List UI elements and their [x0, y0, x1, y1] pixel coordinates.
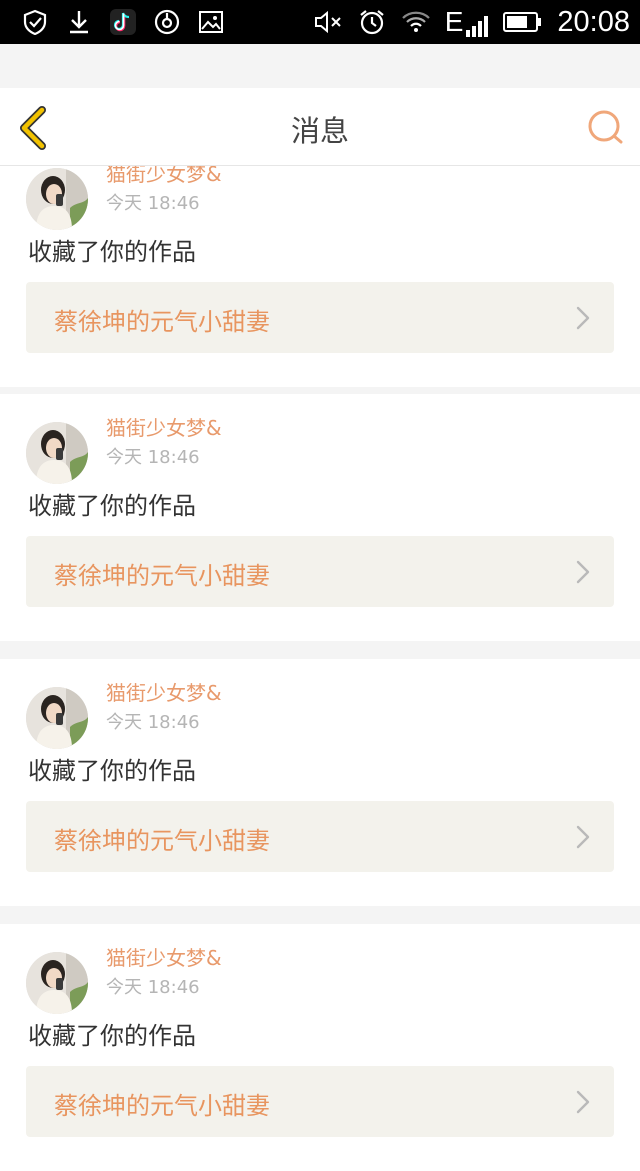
- music-app-icon: [152, 7, 182, 37]
- username[interactable]: 猫街少女梦&: [106, 942, 222, 971]
- download-icon: [64, 7, 94, 37]
- avatar[interactable]: [26, 687, 88, 749]
- timestamp: 今天 18:46: [106, 977, 200, 998]
- work-title: 蔡徐坤的元气小甜妻: [54, 562, 270, 590]
- tiktok-icon: [108, 7, 138, 37]
- search-button[interactable]: [586, 108, 626, 148]
- work-title: 蔡徐坤的元气小甜妻: [54, 827, 270, 855]
- mute-icon: [313, 7, 343, 37]
- work-title: 蔡徐坤的元气小甜妻: [54, 308, 270, 336]
- top-nav-bar: 消息: [0, 88, 640, 166]
- action-text: 收藏了你的作品: [28, 757, 196, 785]
- avatar[interactable]: [26, 168, 88, 230]
- message-card: 猫街少女梦& 今天 18:46 收藏了你的作品 蔡徐坤的元气小甜妻: [0, 659, 640, 906]
- message-card: 猫街少女梦& 今天 18:46 收藏了你的作品 蔡徐坤的元气小甜妻: [0, 394, 640, 641]
- timestamp: 今天 18:46: [106, 447, 200, 468]
- message-card: 猫街少女梦& 今天 18:46 收藏了你的作品 蔡徐坤的元气小甜妻: [0, 924, 640, 1171]
- shield-check-icon: [20, 7, 50, 37]
- chevron-right-icon: [576, 560, 590, 584]
- search-icon: [588, 110, 623, 144]
- action-text: 收藏了你的作品: [28, 238, 196, 266]
- username[interactable]: 猫街少女梦&: [106, 677, 222, 706]
- clock: 20:08: [557, 5, 630, 38]
- work-link[interactable]: 蔡徐坤的元气小甜妻: [26, 282, 614, 353]
- page-title: 消息: [290, 114, 349, 148]
- status-bar: E 20:08: [0, 0, 640, 44]
- message-card: 猫街少女梦& 今天 18:46 收藏了你的作品 蔡徐坤的元气小甜妻: [0, 140, 640, 387]
- chevron-right-icon: [576, 1090, 590, 1114]
- work-title: 蔡徐坤的元气小甜妻: [54, 1092, 270, 1120]
- action-text: 收藏了你的作品: [28, 492, 196, 520]
- chevron-right-icon: [576, 825, 590, 849]
- avatar[interactable]: [26, 952, 88, 1014]
- alarm-icon: [357, 7, 387, 37]
- wifi-icon: [401, 7, 431, 37]
- image-icon: [196, 7, 226, 37]
- work-link[interactable]: 蔡徐坤的元气小甜妻: [26, 536, 614, 607]
- work-link[interactable]: 蔡徐坤的元气小甜妻: [26, 1066, 614, 1137]
- username[interactable]: 猫街少女梦&: [106, 412, 222, 441]
- action-text: 收藏了你的作品: [28, 1022, 196, 1050]
- battery-icon: [503, 7, 543, 37]
- work-link[interactable]: 蔡徐坤的元气小甜妻: [26, 801, 614, 872]
- timestamp: 今天 18:46: [106, 193, 200, 214]
- signal-icon: E: [445, 6, 490, 38]
- chevron-right-icon: [576, 306, 590, 330]
- avatar[interactable]: [26, 422, 88, 484]
- timestamp: 今天 18:46: [106, 712, 200, 733]
